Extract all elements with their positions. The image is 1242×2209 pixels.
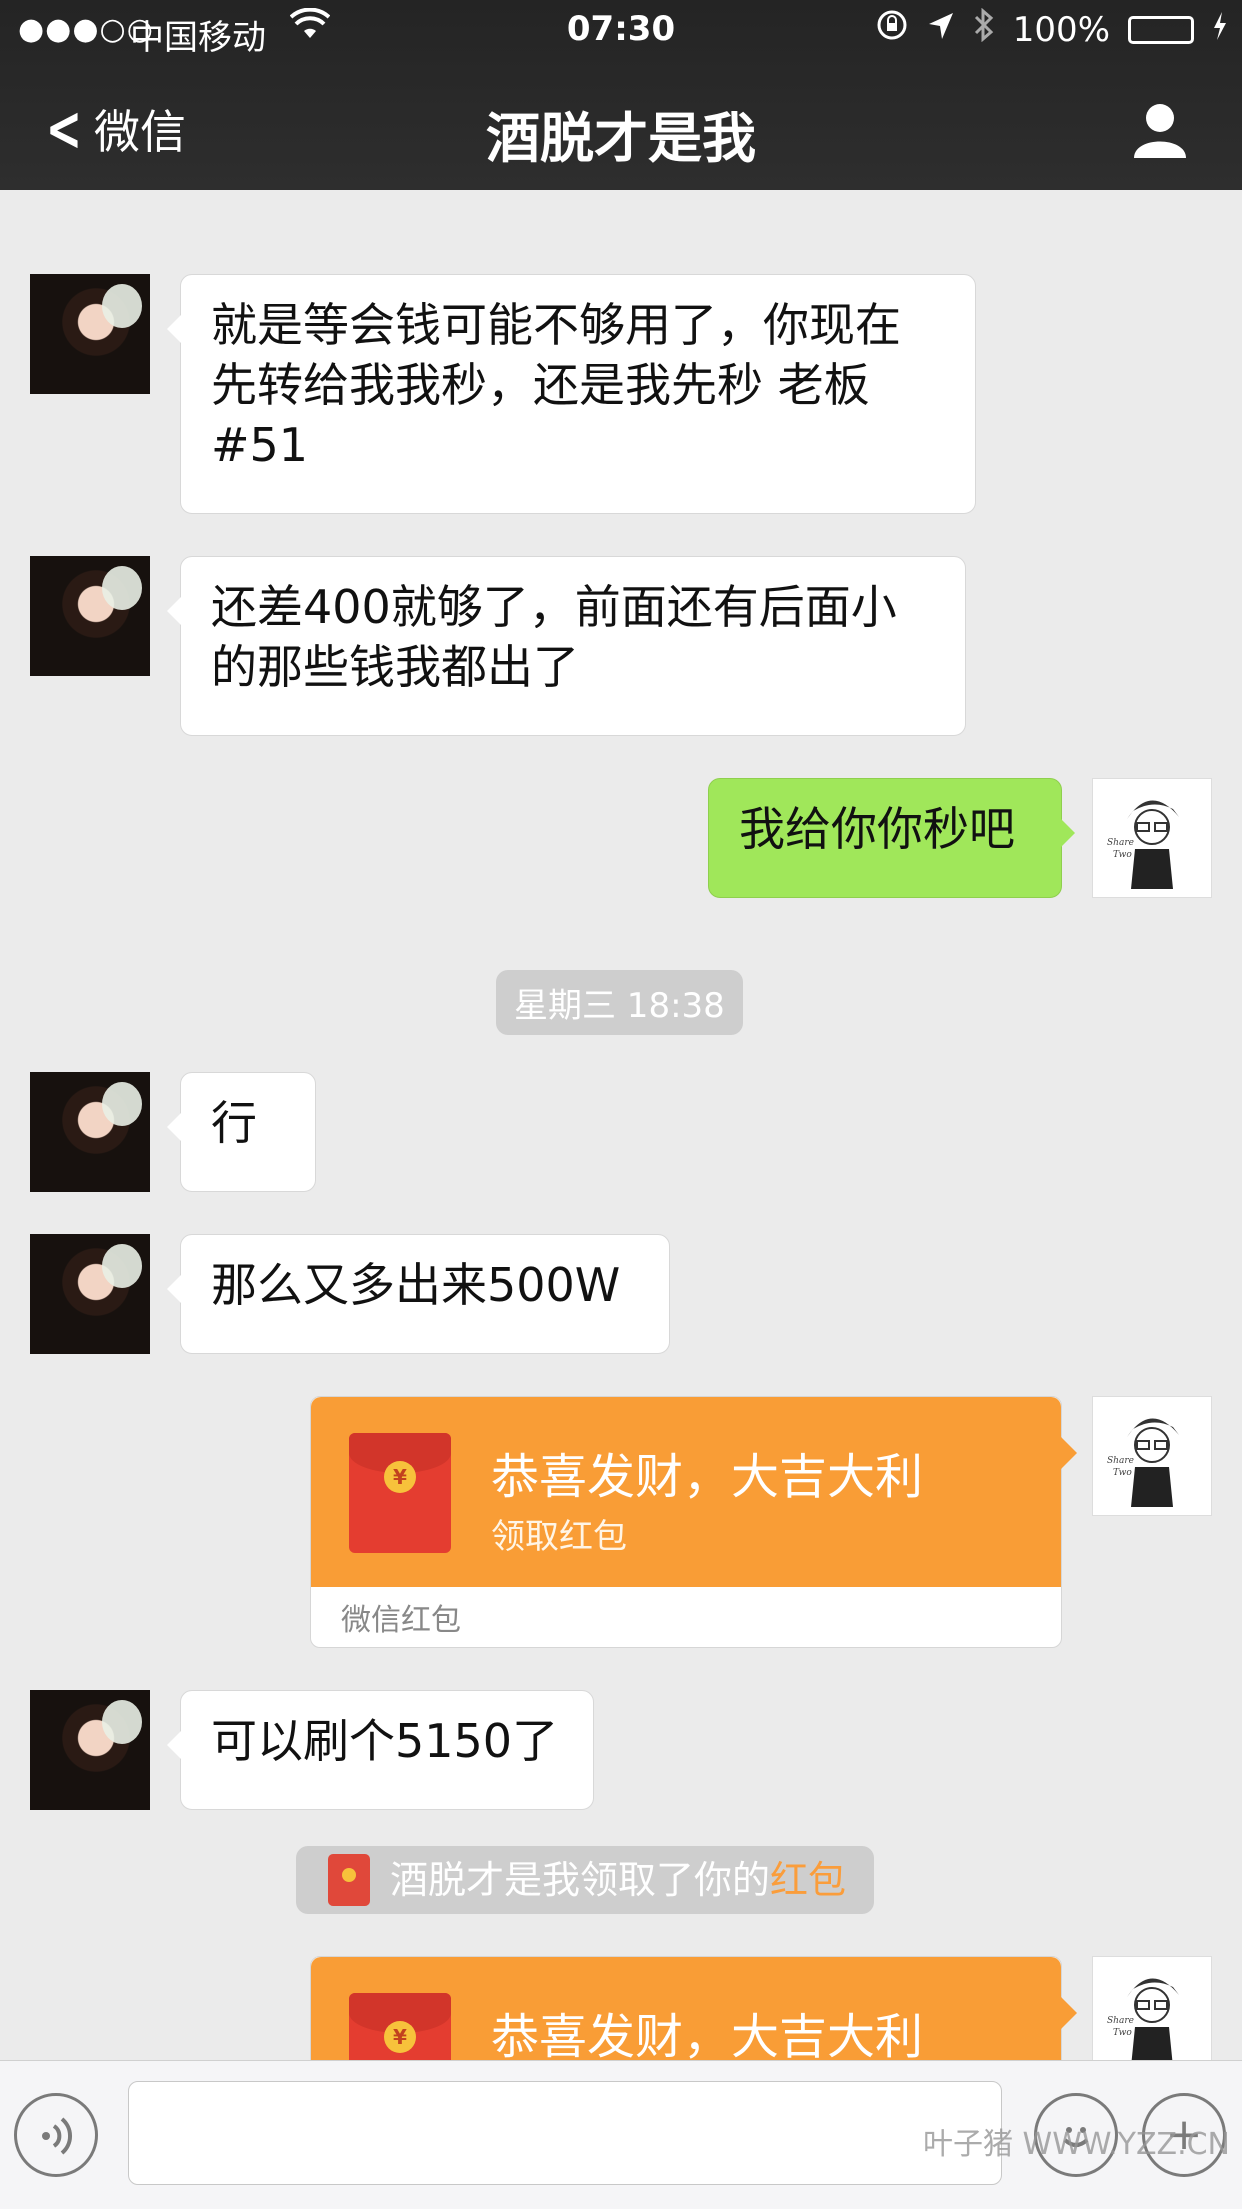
- message-bubble[interactable]: 行: [167, 1072, 316, 1192]
- chat-area[interactable]: 就是等会钱可能不够用了，你现在 先转给我我秒，还是我先秒 老板 #51 还差40…: [0, 190, 1242, 2060]
- voice-icon: [42, 2117, 73, 2155]
- message-line: 就是等会钱可能不够用了，你现在: [211, 298, 901, 352]
- cartoon-boy-icon: Share Two: [1107, 1418, 1179, 1507]
- avatar[interactable]: [30, 1690, 150, 1810]
- cartoon-boy-icon: Share Two: [1107, 800, 1179, 889]
- profile-button[interactable]: [1130, 100, 1190, 160]
- message-input[interactable]: [128, 2081, 1002, 2185]
- message-text: 行: [211, 1096, 257, 1150]
- rotation-lock-icon: [875, 8, 909, 51]
- message-line: 还差400就够了，前面还有后面小: [211, 580, 897, 634]
- avatar-signature: Two: [1113, 1468, 1132, 1478]
- charging-icon: [1212, 10, 1228, 50]
- battery-percent: 100%: [1012, 9, 1110, 50]
- red-envelope-card[interactable]: ¥ 恭喜发财，大吉大利 领取红包 微信红包: [310, 1396, 1077, 1648]
- red-envelope-link[interactable]: 红包: [770, 1846, 846, 1914]
- location-arrow-icon: [927, 10, 955, 50]
- red-envelope-title: 恭喜发财，大吉大利: [491, 1449, 924, 1505]
- chat-title: 酒脱才是我: [486, 107, 756, 170]
- message-bubble-sent[interactable]: 我给你你秒吧: [708, 778, 1075, 898]
- voice-button[interactable]: [14, 2093, 98, 2177]
- message-bubble[interactable]: 就是等会钱可能不够用了，你现在 先转给我我秒，还是我先秒 老板 #51: [167, 274, 976, 514]
- avatar[interactable]: [30, 274, 150, 394]
- message-text: 那么又多出来500W: [211, 1258, 621, 1312]
- my-avatar[interactable]: Share Two: [1092, 778, 1212, 898]
- cartoon-boy-icon: Share Two: [1107, 1978, 1179, 2060]
- red-envelope-header: ¥ 恭喜发财，大吉大利 领取红包: [311, 1397, 1077, 1587]
- red-envelope-icon: ¥: [349, 1433, 451, 1553]
- system-notice: 酒脱才是我领取了你的 红包: [296, 1846, 875, 1914]
- red-envelope-footer: 微信红包: [341, 1603, 461, 1638]
- avatar-signature: Share: [1107, 2016, 1134, 2026]
- my-avatar[interactable]: Share Two: [1092, 1956, 1212, 2060]
- message-bubble[interactable]: 那么又多出来500W: [167, 1234, 670, 1354]
- my-avatar[interactable]: Share Two: [1092, 1396, 1212, 1516]
- system-notice-text: 酒脱才是我领取了你的: [390, 1858, 771, 1902]
- avatar[interactable]: [30, 556, 150, 676]
- avatar[interactable]: [30, 1234, 150, 1354]
- bluetooth-icon: [973, 7, 995, 51]
- red-envelope-title: 恭喜发财，大吉大利: [491, 2009, 924, 2060]
- red-envelope-header: ¥ 恭喜发财，大吉大利: [311, 1957, 1077, 2060]
- message-text: 可以刷个5150了: [211, 1714, 559, 1768]
- watermark: 叶子猪 WWW.YZZ.CN: [923, 2127, 1230, 2162]
- time-separator: 星期三 18:38: [496, 970, 743, 1035]
- message-bubble[interactable]: 可以刷个5150了: [167, 1690, 594, 1810]
- status-bar: ●●●○○ 中国移动 07:30 100%: [0, 0, 1242, 62]
- avatar-signature: Two: [1113, 2028, 1132, 2038]
- top-bar: ●●●○○ 中国移动 07:30 100% < 微信 酒脱才是我: [0, 0, 1242, 190]
- red-envelope-card[interactable]: ¥ 恭喜发财，大吉大利: [310, 1956, 1077, 2060]
- message-line: #51: [211, 418, 309, 472]
- person-icon: [1134, 104, 1186, 158]
- red-envelope-icon: [328, 1854, 370, 1906]
- navigation-bar: < 微信 酒脱才是我: [0, 62, 1242, 190]
- message-text: 我给你你秒吧: [739, 802, 1015, 856]
- avatar-signature: Share: [1107, 838, 1134, 848]
- battery-icon: [1128, 15, 1194, 44]
- message-line: 先转给我我秒，还是我先秒 老板: [211, 358, 870, 412]
- avatar-signature: Share: [1107, 1456, 1134, 1466]
- avatar[interactable]: [30, 1072, 150, 1192]
- red-envelope-subtitle: 领取红包: [491, 1517, 627, 1557]
- input-toolbar: + 叶子猪 WWW.YZZ.CN: [0, 2060, 1242, 2209]
- message-line: 的那些钱我都出了: [211, 640, 579, 694]
- message-bubble[interactable]: 还差400就够了，前面还有后面小 的那些钱我都出了: [167, 556, 966, 736]
- red-envelope-icon: ¥: [349, 1993, 451, 2060]
- avatar-signature: Two: [1113, 850, 1132, 860]
